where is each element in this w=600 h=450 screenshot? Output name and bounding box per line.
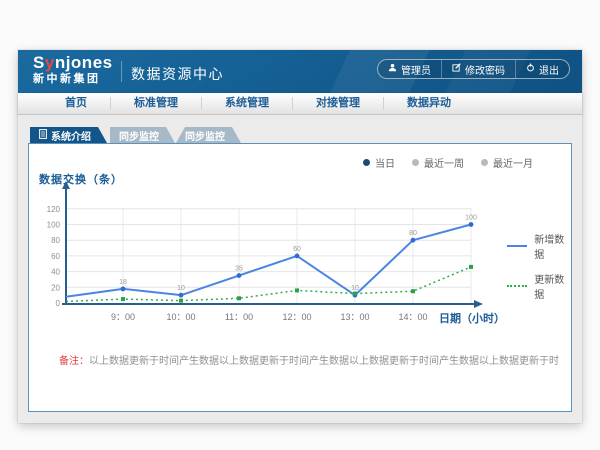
svg-text:10：00: 10：00 [166, 312, 195, 322]
legend-updated-data[interactable]: 更新数据 [507, 271, 571, 301]
svg-text:14：00: 14：00 [398, 312, 427, 322]
power-icon [526, 63, 535, 75]
content-area: 系统介绍 同步监控 同步监控 当日 最近一周 [18, 115, 582, 423]
nav-item-home[interactable]: 首页 [42, 97, 110, 110]
change-password-button[interactable]: 修改密码 [441, 60, 515, 78]
svg-text:60: 60 [51, 252, 60, 261]
tab-system-intro[interactable]: 系统介绍 [30, 127, 107, 143]
logo-wordmark: Synjones [33, 54, 113, 72]
svg-text:9：00: 9：00 [111, 312, 135, 322]
svg-text:11：00: 11：00 [225, 312, 253, 322]
legend-new-data[interactable]: 新增数据 [507, 231, 571, 261]
nav-item-standard-mgmt[interactable]: 标准管理 [110, 97, 201, 110]
svg-text:13：00: 13：00 [340, 312, 369, 322]
chart-legend: 新增数据 更新数据 [507, 231, 571, 301]
svg-text:80: 80 [51, 236, 60, 245]
admin-user-button[interactable]: 管理员 [378, 60, 441, 78]
logout-button[interactable]: 退出 [515, 60, 569, 78]
svg-text:12：00: 12：00 [282, 312, 311, 322]
svg-text:10: 10 [177, 285, 185, 292]
nav-item-data-change[interactable]: 数据异动 [383, 97, 474, 110]
svg-text:40: 40 [51, 268, 60, 277]
svg-text:100: 100 [47, 221, 61, 230]
logo-company-name: 新中新集团 [33, 74, 113, 86]
nav-item-docking-mgmt[interactable]: 对接管理 [292, 97, 383, 110]
edit-icon [452, 63, 461, 75]
svg-text:20: 20 [51, 283, 60, 292]
line-chart: 0 20 40 60 80 100 120 9：00 10：00 11：00 12：00 13：00 1… [29, 144, 573, 411]
admin-user-label: 管理员 [401, 62, 431, 77]
app-header: Synjones 新中新集团 数据资源中心 管理员 修改密码 [18, 50, 582, 93]
svg-text:100: 100 [465, 215, 477, 222]
document-icon [39, 129, 47, 142]
tab-sync-monitor-1-label: 同步监控 [119, 128, 159, 143]
user-toolbar: 管理员 修改密码 退出 [377, 59, 570, 79]
company-logo: Synjones 新中新集团 [33, 54, 113, 85]
page-title: 数据资源中心 [131, 64, 224, 84]
user-icon [388, 63, 397, 75]
svg-text:日期（小时）: 日期（小时） [439, 311, 505, 325]
legend-updated-data-label: 更新数据 [534, 271, 571, 301]
svg-text:60: 60 [293, 246, 301, 253]
nav-item-system-mgmt[interactable]: 系统管理 [201, 97, 292, 110]
footnote-text: 以上数据更新于时间产生数据以上数据更新于时间产生数据以上数据更新于时间产生数据以… [89, 356, 559, 367]
footnote: 备注：以上数据更新于时间产生数据以上数据更新于时间产生数据以上数据更新于时间产生… [59, 352, 559, 367]
main-nav: 首页 标准管理 系统管理 对接管理 数据异动 [18, 93, 582, 115]
tab-sync-monitor-1[interactable]: 同步监控 [110, 127, 175, 143]
tab-system-intro-label: 系统介绍 [51, 128, 91, 143]
header-divider [121, 61, 122, 82]
svg-text:35: 35 [235, 266, 243, 273]
tab-sync-monitor-2-label: 同步监控 [185, 128, 225, 143]
solid-line-sample-icon [507, 245, 527, 247]
footnote-prefix: 备注： [59, 356, 89, 367]
svg-text:18: 18 [119, 279, 127, 286]
tab-sync-monitor-2[interactable]: 同步监控 [176, 127, 241, 143]
svg-text:80: 80 [409, 230, 417, 237]
change-password-label: 修改密码 [465, 62, 505, 77]
tab-bar: 系统介绍 同步监控 同步监控 [30, 127, 241, 143]
svg-text:10: 10 [351, 285, 359, 292]
legend-new-data-label: 新增数据 [534, 231, 571, 261]
svg-text:0: 0 [56, 299, 61, 308]
chart-panel: 当日 最近一周 最近一月 数据交换（条） 0204060801001209：00… [28, 143, 572, 412]
svg-text:120: 120 [47, 205, 61, 214]
app-window: Synjones 新中新集团 数据资源中心 管理员 修改密码 [18, 50, 582, 423]
logout-label: 退出 [539, 62, 559, 77]
dotted-line-sample-icon [507, 285, 527, 287]
